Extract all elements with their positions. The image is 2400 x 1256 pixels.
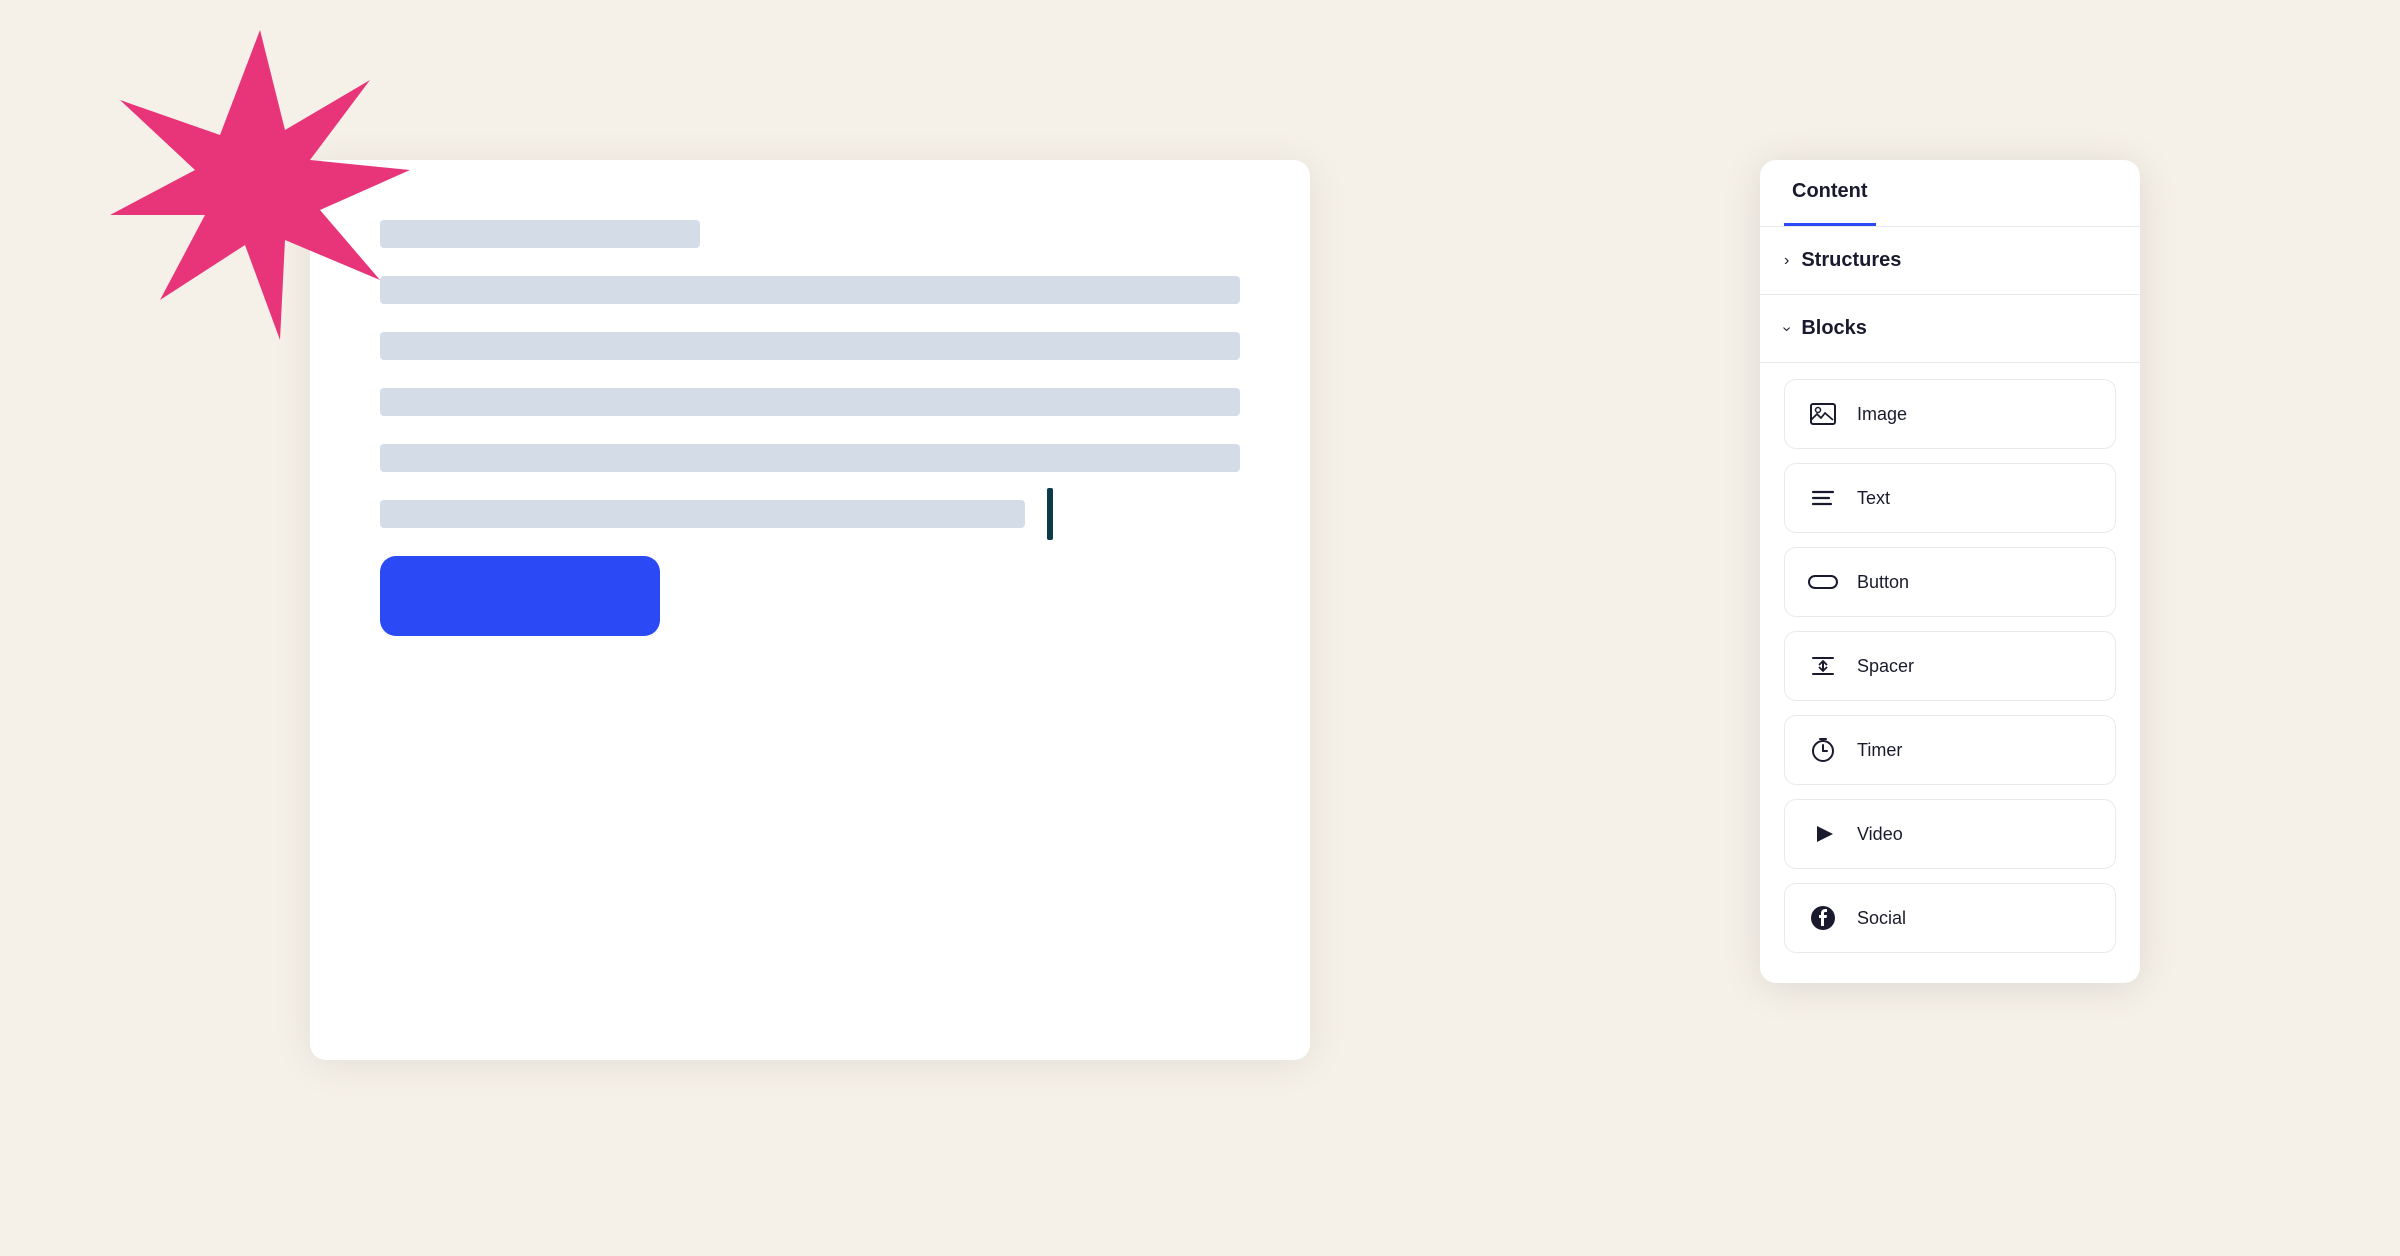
spacer-icon (1805, 648, 1841, 684)
editor-canvas (310, 160, 1310, 1060)
block-item-image[interactable]: Image (1784, 379, 2116, 449)
cta-button-placeholder[interactable] (380, 556, 660, 636)
text-cursor (1047, 488, 1053, 540)
blocks-label: Blocks (1801, 317, 1867, 340)
block-item-button[interactable]: Button (1784, 547, 2116, 617)
text-block-cursor (380, 500, 1240, 528)
image-icon (1805, 396, 1841, 432)
social-icon (1805, 900, 1841, 936)
text-line-1 (380, 276, 1240, 304)
heading-placeholder (380, 220, 1240, 248)
text-line-2 (380, 332, 1240, 360)
text-line-4 (380, 444, 1240, 472)
block-label-social: Social (1857, 908, 1906, 929)
tab-content[interactable]: Content (1784, 160, 1876, 226)
block-label-spacer: Spacer (1857, 656, 1914, 677)
button-icon (1805, 564, 1841, 600)
blocks-section-header[interactable]: › Blocks (1760, 295, 2140, 363)
block-label-text: Text (1857, 488, 1890, 509)
text-block-4 (380, 444, 1240, 472)
block-label-timer: Timer (1857, 740, 1902, 761)
text-line-3 (380, 388, 1240, 416)
text-block-3 (380, 388, 1240, 416)
block-item-timer[interactable]: Timer (1784, 715, 2116, 785)
star-decoration (100, 20, 420, 340)
block-item-spacer[interactable]: Spacer (1784, 631, 2116, 701)
structures-section-header[interactable]: › Structures (1760, 227, 2140, 295)
blocks-list: Image Text Button (1760, 363, 2140, 983)
text-line-cursor (380, 500, 1025, 528)
block-label-button: Button (1857, 572, 1909, 593)
blocks-chevron: › (1778, 326, 1796, 331)
text-icon (1805, 480, 1841, 516)
structures-label: Structures (1801, 249, 1901, 272)
timer-icon (1805, 732, 1841, 768)
content-panel: Content › Structures › Blocks Image (1760, 160, 2140, 983)
block-label-image: Image (1857, 404, 1907, 425)
video-icon (1805, 816, 1841, 852)
text-block-2 (380, 332, 1240, 360)
block-item-video[interactable]: Video (1784, 799, 2116, 869)
block-item-text[interactable]: Text (1784, 463, 2116, 533)
block-item-social[interactable]: Social (1784, 883, 2116, 953)
heading-line (380, 220, 700, 248)
block-label-video: Video (1857, 824, 1903, 845)
text-block-1 (380, 276, 1240, 304)
structures-chevron: › (1784, 252, 1789, 270)
panel-tabs: Content (1760, 160, 2140, 227)
